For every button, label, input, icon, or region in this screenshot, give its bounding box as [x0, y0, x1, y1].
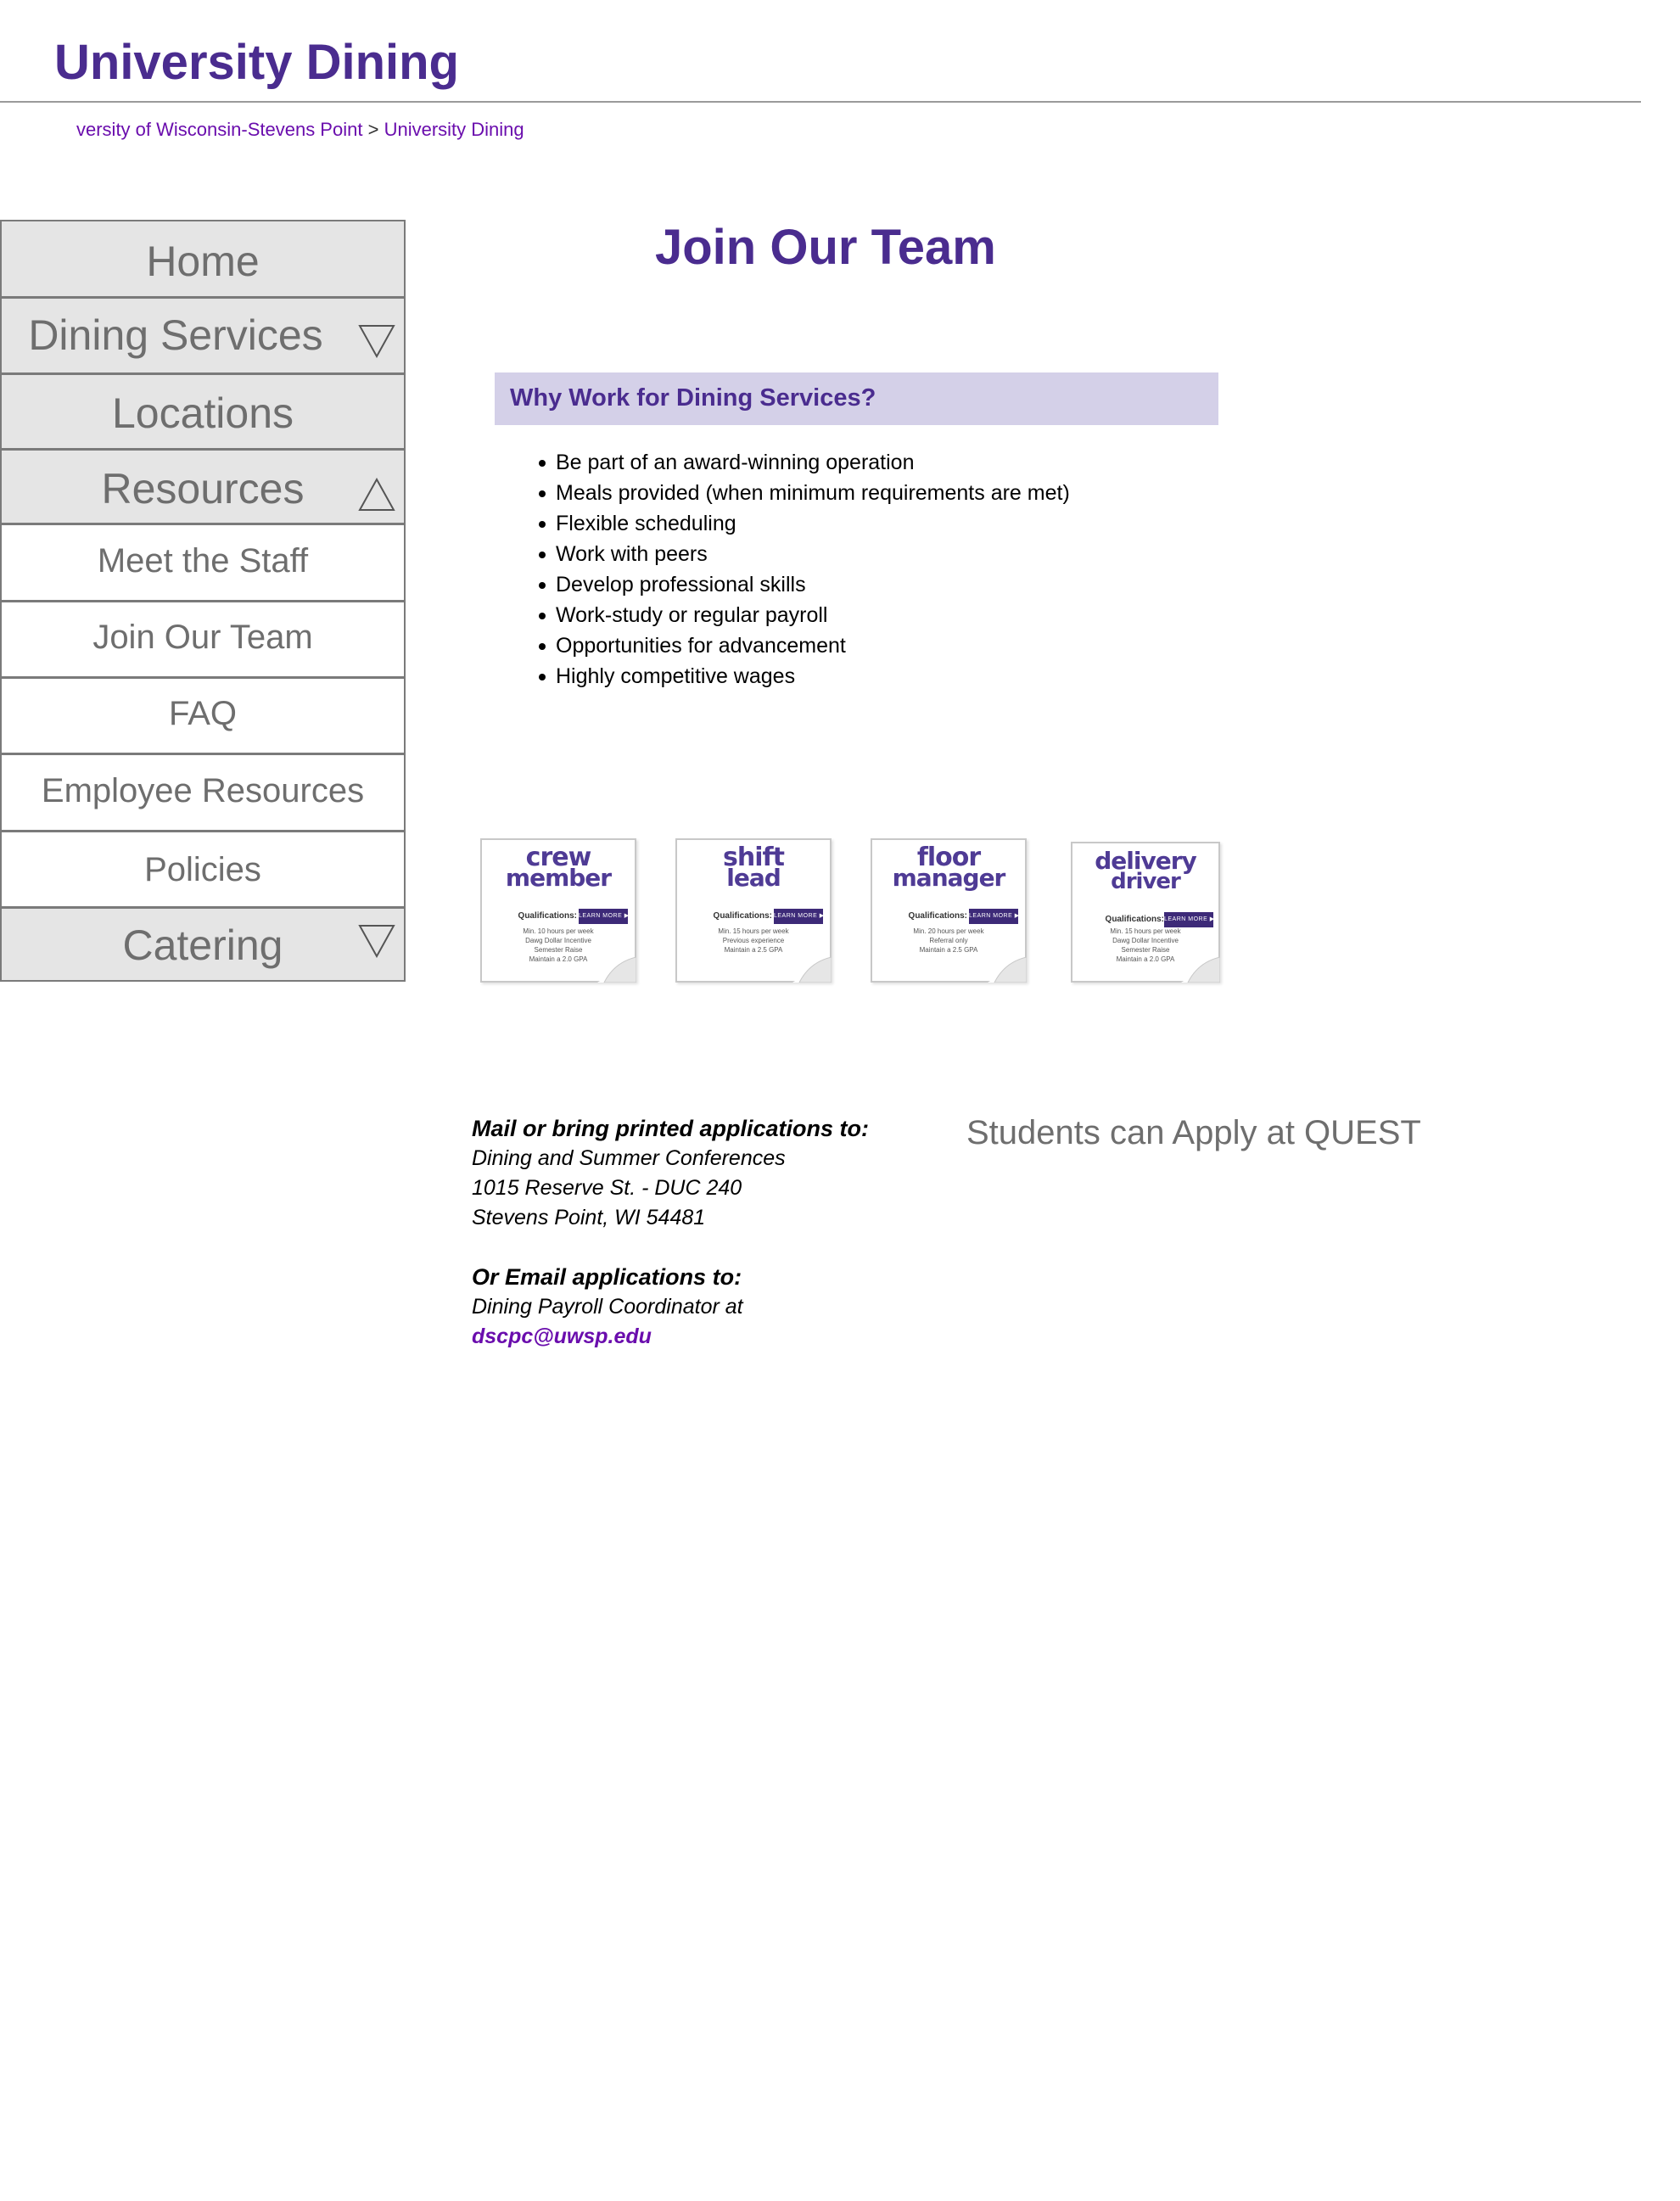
- sidebar-item-join-our-team[interactable]: Join Our Team: [0, 601, 406, 678]
- requirement: Min. 20 hours per week: [913, 927, 984, 935]
- list-item: Work-study or regular payroll: [521, 600, 1070, 630]
- sidebar-item-policies[interactable]: Policies: [0, 831, 406, 908]
- email-text: Dining Payroll Coordinator at: [472, 1295, 743, 1319]
- sidebar-item-label: Meet the Staff: [97, 542, 309, 580]
- job-title-line2: lead: [726, 864, 781, 892]
- requirement: Semester Raise: [1121, 946, 1170, 954]
- sidebar-item-label: Policies: [144, 851, 261, 888]
- qualifications-label: Qualifications:: [1105, 915, 1164, 924]
- sidebar-item-label: Employee Resources: [41, 772, 365, 809]
- learn-more-button[interactable]: LEARN MORE ▶: [579, 909, 629, 924]
- breadcrumb-parent-link[interactable]: versity of Wisconsin-Stevens Point: [76, 119, 362, 140]
- triangle-down-icon[interactable]: [358, 324, 395, 358]
- job-card-delivery-driver[interactable]: delivery driver Qualifications: LEARN MO…: [1071, 842, 1220, 983]
- sidebar-item-catering[interactable]: Catering: [0, 907, 406, 982]
- list-item: Be part of an award-winning operation: [521, 447, 1070, 478]
- job-title-line2: manager: [892, 864, 1006, 892]
- application-info: Mail or bring printed applications to: D…: [472, 1114, 869, 1352]
- page-curl-icon: [792, 957, 832, 983]
- why-work-heading: Why Work for Dining Services?: [510, 384, 876, 412]
- breadcrumb-current-link[interactable]: University Dining: [384, 119, 524, 140]
- breadcrumb-separator: >: [367, 119, 379, 140]
- requirements: Min. 20 hours per week Referral only Mai…: [872, 927, 1025, 955]
- page-curl-icon: [988, 957, 1027, 983]
- requirement: Min. 15 hours per week: [718, 927, 789, 935]
- site-title[interactable]: University Dining: [54, 32, 459, 93]
- requirement: Previous experience: [722, 937, 785, 944]
- job-title-line2: driver: [1111, 869, 1181, 894]
- job-title-line2: member: [505, 864, 612, 892]
- page-title: Join Our Team: [655, 220, 996, 275]
- requirement: Semester Raise: [534, 946, 583, 954]
- sidebar-item-label: Join Our Team: [92, 619, 313, 656]
- requirement: Maintain a 2.5 GPA: [724, 946, 783, 954]
- learn-more-button[interactable]: LEARN MORE ▶: [969, 909, 1019, 924]
- why-work-banner: Why Work for Dining Services?: [495, 372, 1218, 425]
- sidebar-item-resources[interactable]: Resources: [0, 449, 406, 524]
- sidebar-item-label: Locations: [111, 389, 294, 437]
- list-item: Opportunities for advancement: [521, 630, 1070, 661]
- sidebar-item-dining-services[interactable]: Dining Services: [0, 297, 406, 374]
- qualifications-label: Qualifications:: [908, 911, 967, 921]
- header-divider: [0, 101, 1641, 103]
- page-curl-icon: [1181, 957, 1220, 983]
- requirement: Min. 10 hours per week: [523, 927, 594, 935]
- benefits-list: Be part of an award-winning operation Me…: [521, 447, 1070, 692]
- requirement: Dawg Dollar Incentive: [1112, 937, 1179, 944]
- sidebar-item-employee-resources[interactable]: Employee Resources: [0, 753, 406, 832]
- address-line: Dining and Summer Conferences: [472, 1146, 786, 1170]
- list-item: Develop professional skills: [521, 569, 1070, 600]
- quest-link[interactable]: Students can Apply at QUEST: [966, 1114, 1421, 1152]
- job-card-shift-lead[interactable]: shift lead Qualifications: LEARN MORE ▶ …: [675, 838, 832, 983]
- requirement: Maintain a 2.5 GPA: [919, 946, 978, 954]
- requirement: Referral only: [929, 937, 968, 944]
- job-card-crew-member[interactable]: crew member Qualifications: LEARN MORE ▶…: [480, 838, 636, 983]
- triangle-up-icon[interactable]: [358, 478, 395, 512]
- address-line: 1015 Reserve St. - DUC 240: [472, 1176, 742, 1200]
- triangle-down-icon[interactable]: [358, 924, 395, 958]
- page-curl-icon: [597, 957, 636, 983]
- requirement: Min. 15 hours per week: [1110, 927, 1181, 935]
- sidebar-item-label: FAQ: [168, 695, 238, 732]
- list-item: Highly competitive wages: [521, 661, 1070, 692]
- learn-more-button[interactable]: LEARN MORE ▶: [1164, 912, 1214, 927]
- list-item: Flexible scheduling: [521, 508, 1070, 539]
- job-card-floor-manager[interactable]: floor manager Qualifications: LEARN MORE…: [871, 838, 1027, 983]
- address-line: Stevens Point, WI 54481: [472, 1206, 706, 1229]
- qualifications-label: Qualifications:: [713, 911, 772, 921]
- learn-more-button[interactable]: LEARN MORE ▶: [774, 909, 824, 924]
- list-item: Work with peers: [521, 539, 1070, 569]
- sidebar-item-label: Dining Services: [28, 311, 323, 359]
- sidebar-item-meet-the-staff[interactable]: Meet the Staff: [0, 524, 406, 602]
- sidebar-item-label: Resources: [101, 465, 305, 512]
- email-heading: Or Email applications to:: [472, 1264, 742, 1290]
- breadcrumb: versity of Wisconsin-Stevens Point > Uni…: [76, 119, 524, 141]
- list-item: Meals provided (when minimum requirement…: [521, 478, 1070, 508]
- sidebar-item-home[interactable]: Home: [0, 220, 406, 298]
- requirement: Dawg Dollar Incentive: [525, 937, 591, 944]
- qualifications-label: Qualifications:: [518, 911, 577, 921]
- sidebar-item-label: Home: [146, 238, 260, 285]
- sidebar-item-label: Catering: [122, 921, 283, 969]
- mail-heading: Mail or bring printed applications to:: [472, 1116, 870, 1141]
- requirements: Min. 15 hours per week Previous experien…: [677, 927, 830, 955]
- sidebar-item-faq[interactable]: FAQ: [0, 677, 406, 754]
- sidebar-item-locations[interactable]: Locations: [0, 373, 406, 450]
- email-link[interactable]: dscpc@uwsp.edu: [472, 1325, 652, 1348]
